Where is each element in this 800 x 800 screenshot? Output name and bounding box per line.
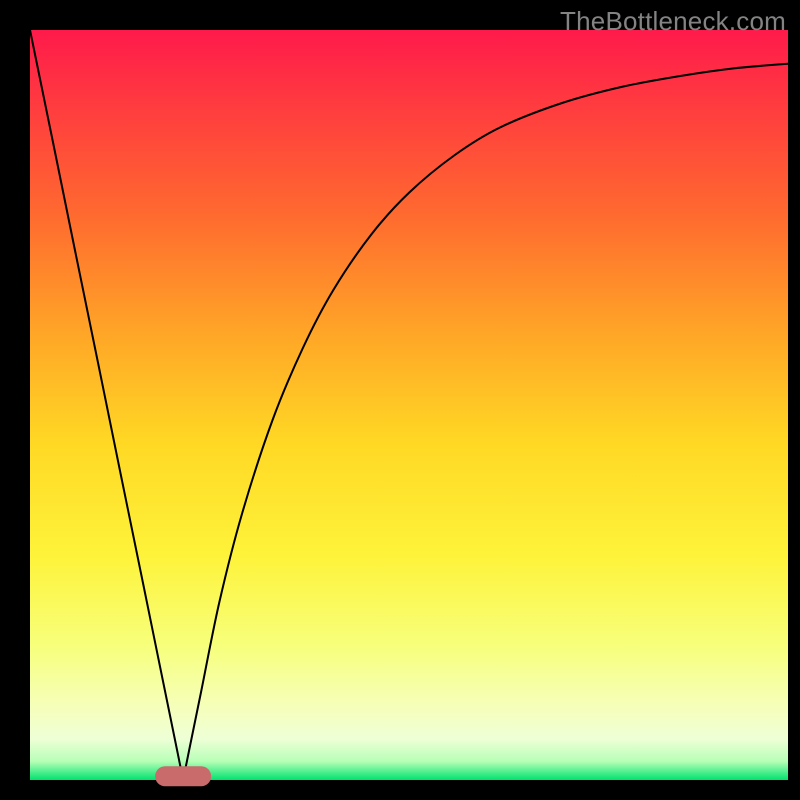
plot-background (30, 30, 788, 780)
optimum-marker (155, 766, 211, 786)
bottleneck-chart (0, 0, 800, 800)
watermark-text: TheBottleneck.com (560, 6, 786, 37)
chart-frame: TheBottleneck.com (0, 0, 800, 800)
